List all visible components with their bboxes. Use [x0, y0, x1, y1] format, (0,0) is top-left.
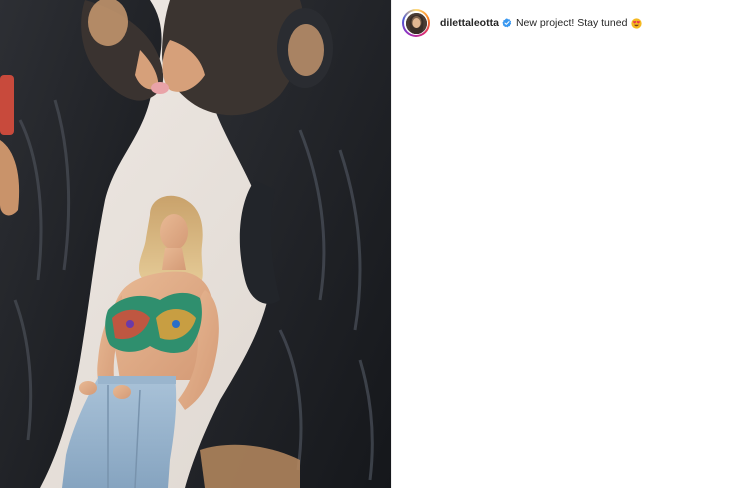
story-ring[interactable]	[402, 9, 430, 37]
mural-photo	[0, 0, 391, 488]
caption-row: dilettaleotta New project! Stay tuned	[402, 9, 740, 37]
avatar-border	[404, 11, 428, 35]
username-link[interactable]: dilettaleotta	[440, 17, 499, 29]
avatar-image	[405, 12, 427, 34]
caption-text: New project! Stay tuned	[515, 17, 628, 29]
profile-avatar[interactable]	[405, 12, 427, 34]
instagram-post: dilettaleotta New project! Stay tuned	[0, 0, 750, 488]
verified-badge-icon	[502, 18, 512, 28]
caption: dilettaleotta New project! Stay tuned	[440, 17, 643, 29]
post-sidebar: dilettaleotta New project! Stay tuned	[391, 0, 750, 488]
heart-eyes-emoji-icon	[631, 17, 643, 29]
post-photo[interactable]	[0, 0, 391, 488]
